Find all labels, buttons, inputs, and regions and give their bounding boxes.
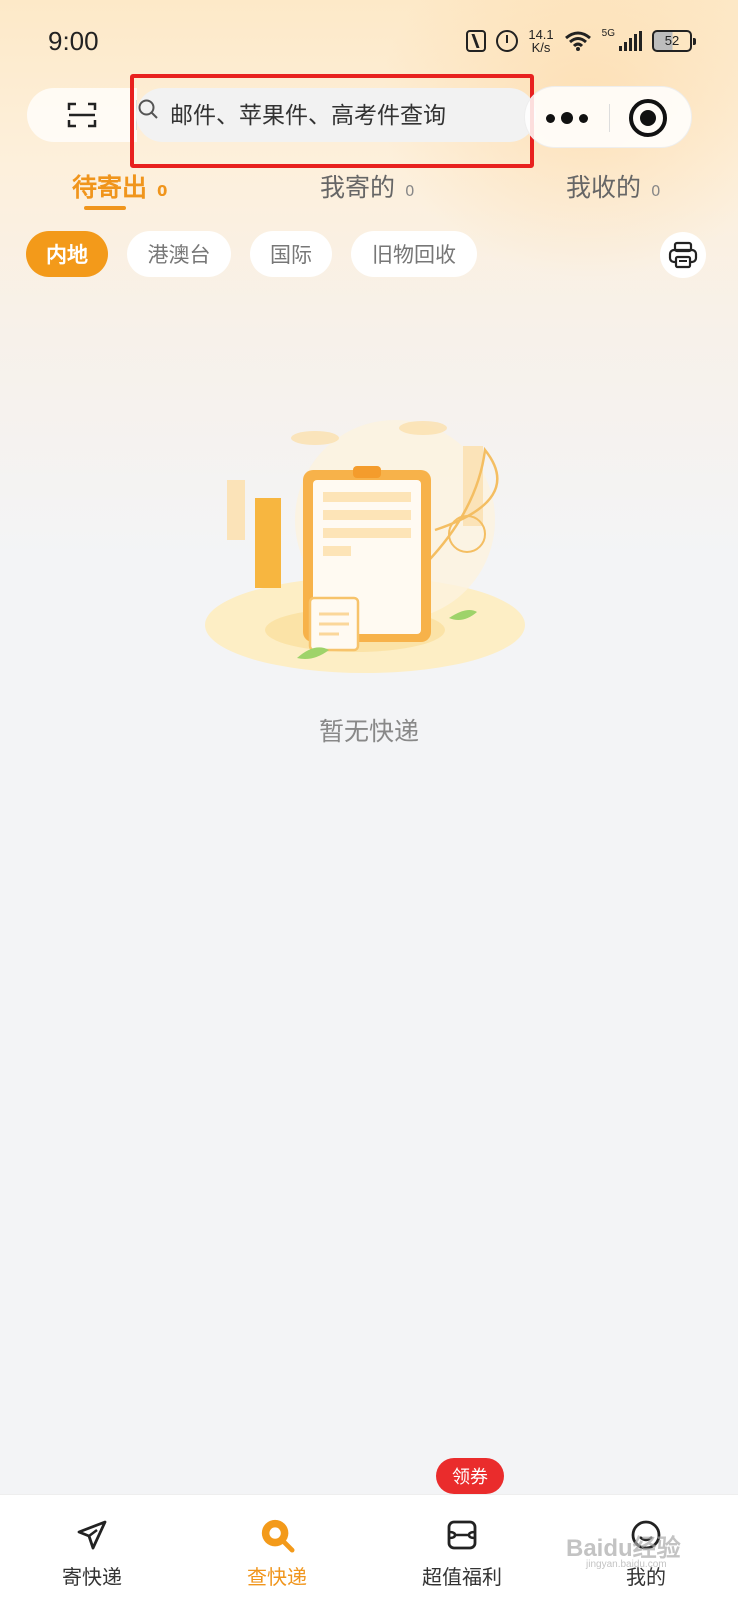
status-icons: 14.1 K/s 5G 52 [466,28,696,54]
battery-icon: 52 [652,30,696,52]
more-options-icon[interactable] [541,105,593,131]
tab-received-label: 我收的 [566,173,642,202]
alarm-icon [496,30,519,52]
search-icon [259,1517,295,1553]
tab-active-indicator [84,206,126,210]
tab-sent-count: 0 [405,182,415,200]
printer-icon [668,241,698,269]
empty-clipboard-illustration [205,420,525,673]
tab-pending[interactable]: 待寄出 0 [72,168,167,204]
signal-icon [619,31,642,51]
nav-item-send[interactable]: 寄快递 [22,1495,162,1600]
scan-button[interactable] [27,88,137,142]
paper-plane-icon [74,1517,110,1553]
nav-label-track: 查快递 [247,1565,307,1589]
filter-international[interactable]: 国际 [250,231,332,277]
search-bar[interactable]: 邮件、苹果件、高考件查询 [130,82,536,146]
tab-pending-count: 0 [157,182,168,200]
network-speed-unit: K/s [531,40,551,55]
tab-sent-label: 我寄的 [320,173,396,202]
filter-mainland[interactable]: 内地 [26,231,108,277]
nfc-icon [466,30,487,52]
mini-program-capsule [524,86,692,148]
watermark-url: jingyan.baidu.com [586,1559,667,1570]
status-bar: 9:00 14.1 K/s 5G 52 [0,0,738,84]
scan-icon [67,102,97,128]
status-time: 9:00 [48,26,99,56]
tab-received-count: 0 [651,182,661,200]
nav-label-benefits: 超值福利 [422,1565,502,1589]
nav-label-send: 寄快递 [62,1565,122,1589]
capsule-divider [609,104,610,132]
watermark-brand: Baidu经验 [566,1535,681,1562]
search-placeholder[interactable]: 邮件、苹果件、高考件查询 [170,96,446,130]
shipment-tabs: 待寄出 0 我寄的 0 我收的 0 [0,160,738,220]
gift-card-icon [444,1517,480,1553]
close-target-icon[interactable] [629,99,667,137]
network-speed: 14.1 K/s [528,28,553,54]
nav-item-track[interactable]: 查快递 [207,1495,347,1600]
baidu-watermark: Baidu经验 jingyan.baidu.com [566,1528,681,1570]
tab-received[interactable]: 我收的 0 [566,168,661,204]
nav-item-benefits[interactable]: 超值福利 [392,1495,532,1600]
coupon-badge[interactable]: 领券 [436,1458,504,1503]
filter-recycling[interactable]: 旧物回收 [351,231,477,277]
filter-hk-macau-taiwan[interactable]: 港澳台 [127,231,231,277]
tab-pending-label: 待寄出 [72,173,148,202]
tab-sent[interactable]: 我寄的 0 [320,168,415,204]
empty-state-text: 暂无快递 [318,717,419,746]
print-button[interactable] [660,232,706,278]
network-type: 5G [601,28,615,39]
search-icon [138,99,158,119]
wifi-icon [564,31,591,51]
